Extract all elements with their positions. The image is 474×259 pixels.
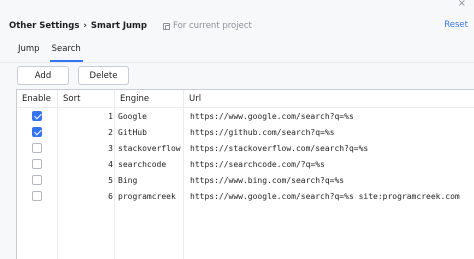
- table-row[interactable]: 3 stackoverflow https://stackoverflow.co…: [17, 140, 474, 156]
- sort-cell: 5: [58, 172, 115, 188]
- reset-link[interactable]: Reset: [444, 20, 468, 30]
- sort-cell: 1: [58, 108, 115, 124]
- search-engine-table: Enable Sort Engine Url 1 Google https://…: [16, 89, 474, 259]
- enable-cell: [17, 156, 58, 172]
- tab-jump[interactable]: Jump: [12, 40, 46, 62]
- url-cell: https://searchcode.com/?q=%s: [190, 159, 325, 169]
- breadcrumb-separator: ›: [83, 21, 87, 31]
- engine-cell: stackoverflow: [115, 140, 184, 156]
- table-row[interactable]: 4 searchcode https://searchcode.com/?q=%…: [17, 156, 474, 172]
- table-row[interactable]: 5 Bing https://www.bing.com/search?q=%s: [17, 172, 474, 188]
- sort-cell: 3: [58, 140, 115, 156]
- url-cell: https://www.bing.com/search?q=%s: [190, 175, 345, 185]
- add-button[interactable]: Add: [17, 66, 69, 85]
- empty-cell: [17, 204, 58, 259]
- sort-cell: 4: [58, 156, 115, 172]
- delete-button[interactable]: Delete: [78, 66, 129, 85]
- tab-divider: [0, 62, 474, 63]
- url-cell: https://stackoverflow.com/search?q=%s: [190, 143, 369, 153]
- enable-cell: [17, 140, 58, 156]
- enable-checkbox[interactable]: [32, 159, 42, 169]
- enable-cell: [17, 172, 58, 188]
- tab-bar: Jump Search: [12, 40, 87, 62]
- engine-cell: GitHub: [115, 124, 184, 140]
- empty-cell: [115, 204, 184, 259]
- close-icon[interactable]: ×: [458, 0, 466, 9]
- table-row[interactable]: 1 Google https://www.google.com/search?q…: [17, 108, 474, 124]
- engine-cell: programcreek: [115, 188, 184, 204]
- page-title: Smart Jump: [90, 21, 147, 31]
- project-scope-text: For current project: [173, 21, 252, 31]
- breadcrumb-parent[interactable]: Other Settings: [9, 21, 79, 31]
- enable-checkbox[interactable]: [32, 175, 42, 185]
- enable-cell: [17, 188, 58, 204]
- sort-cell: 6: [58, 188, 115, 204]
- enable-cell: [17, 108, 58, 124]
- column-header-sort[interactable]: Sort: [58, 90, 115, 107]
- engine-cell: searchcode: [115, 156, 184, 172]
- table-row[interactable]: 2 GitHub https://github.com/search?q=%s: [17, 124, 474, 140]
- url-cell: https://www.google.com/search?q=%s: [190, 111, 354, 121]
- sort-cell: 2: [58, 124, 115, 140]
- enable-checkbox[interactable]: [32, 143, 42, 153]
- engine-cell: Google: [115, 108, 184, 124]
- table-row[interactable]: 6 programcreek https://www.google.com/se…: [17, 188, 474, 204]
- project-scope-icon: [163, 22, 170, 30]
- enable-checkbox[interactable]: [32, 191, 42, 201]
- column-header-url[interactable]: Url: [184, 90, 474, 107]
- url-cell: https://www.google.com/search?q=%s site:…: [190, 191, 460, 201]
- column-header-engine[interactable]: Engine: [115, 90, 184, 107]
- empty-cell: [58, 204, 115, 259]
- column-header-enable[interactable]: Enable: [17, 90, 58, 107]
- tab-search[interactable]: Search: [46, 40, 87, 62]
- empty-cell: [184, 204, 474, 259]
- enable-checkbox[interactable]: [32, 111, 42, 121]
- table-header: Enable Sort Engine Url: [17, 90, 474, 108]
- url-cell: https://github.com/search?q=%s: [190, 127, 335, 137]
- project-scope-label: For current project: [163, 21, 252, 31]
- enable-checkbox[interactable]: [32, 127, 42, 137]
- enable-cell: [17, 124, 58, 140]
- table-empty-area: [17, 204, 474, 259]
- engine-cell: Bing: [115, 172, 184, 188]
- breadcrumb: Other Settings › Smart Jump For current …: [9, 19, 252, 33]
